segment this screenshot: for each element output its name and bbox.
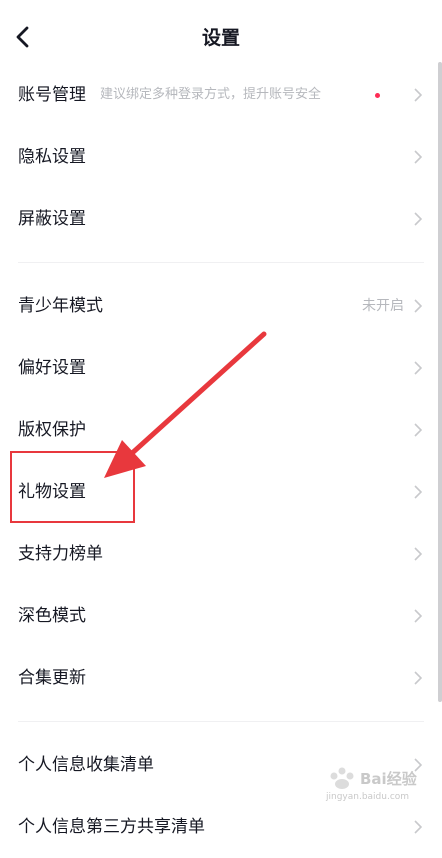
notification-dot: [375, 93, 380, 98]
teen-mode-status: 未开启: [362, 298, 404, 314]
settings-item-label: 偏好设置: [18, 358, 86, 378]
chevron-right-icon: [414, 671, 422, 685]
chevron-right-icon: [414, 485, 422, 499]
settings-item-privacy[interactable]: 隐私设置: [0, 126, 442, 188]
page-title: 设置: [201, 27, 240, 49]
settings-item-block[interactable]: 屏蔽设置: [0, 188, 442, 250]
watermark-text: Bai经验: [360, 770, 417, 788]
settings-item-label: 支持力榜单: [18, 544, 103, 564]
chevron-right-icon: [414, 820, 422, 834]
account-security-hint: 建议绑定多种登录方式，提升账号安全: [100, 87, 322, 102]
chevron-right-icon: [414, 361, 422, 375]
settings-item-label: 隐私设置: [18, 147, 86, 167]
chevron-right-icon: [414, 299, 422, 313]
watermark-url: jingyan.baidu.com: [326, 792, 410, 802]
chevron-right-icon: [414, 423, 422, 437]
annotation-highlight-box: [10, 451, 135, 523]
top-bar: 设置: [0, 0, 442, 72]
settings-item-label: 个人信息收集清单: [18, 755, 154, 775]
settings-item-label: 深色模式: [18, 606, 86, 626]
settings-item-account[interactable]: 账号管理 建议绑定多种登录方式，提升账号安全: [0, 64, 442, 126]
settings-item-label: 个人信息第三方共享清单: [18, 817, 205, 837]
group-divider: [18, 721, 424, 722]
settings-item-preferences[interactable]: 偏好设置: [0, 337, 442, 399]
settings-item-collection-update[interactable]: 合集更新: [0, 647, 442, 709]
settings-item-support-ranking[interactable]: 支持力榜单: [0, 523, 442, 585]
chevron-right-icon: [414, 609, 422, 623]
chevron-right-icon: [414, 212, 422, 226]
settings-item-label: 屏蔽设置: [18, 209, 86, 229]
settings-item-teen-mode[interactable]: 青少年模式 未开启: [0, 275, 442, 337]
settings-item-dark-mode[interactable]: 深色模式: [0, 585, 442, 647]
chevron-right-icon: [414, 547, 422, 561]
settings-item-label: 合集更新: [18, 668, 86, 688]
settings-item-label: 账号管理: [18, 85, 86, 105]
chevron-right-icon: [414, 150, 422, 164]
group-divider: [18, 262, 424, 263]
settings-item-label: 青少年模式: [18, 296, 103, 316]
chevron-right-icon: [414, 88, 422, 102]
